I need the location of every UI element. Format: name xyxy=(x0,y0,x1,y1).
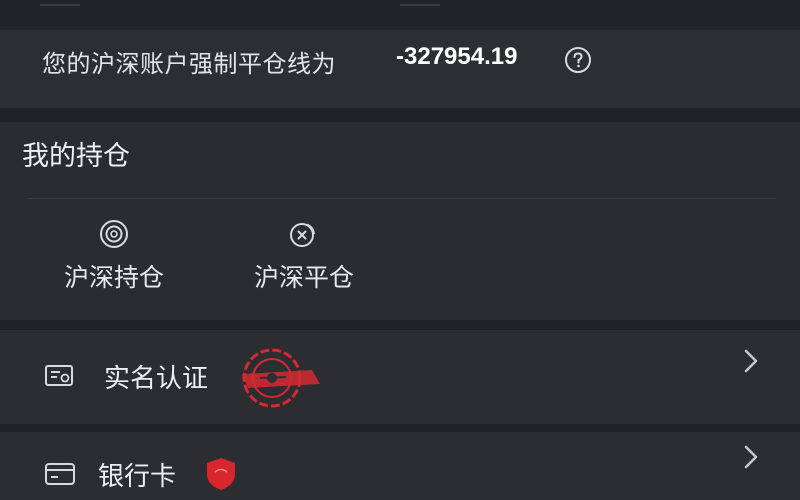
row-separator xyxy=(0,424,800,432)
real-name-verification-label: 实名认证 xyxy=(104,364,209,394)
bank-card-row[interactable]: 银行卡 xyxy=(0,432,800,500)
coin-stack-icon xyxy=(290,223,315,247)
holdings-button[interactable]: 沪深持仓 xyxy=(44,218,184,308)
top-strip xyxy=(0,0,800,30)
liquidation-value: -327954.19 xyxy=(396,43,518,70)
bank-card-icon xyxy=(45,463,75,485)
question-circle-icon[interactable] xyxy=(564,46,592,74)
chevron-right-icon xyxy=(744,349,758,373)
clipped-text-remnant xyxy=(400,0,440,6)
stamp-seal-icon xyxy=(242,348,320,408)
real-name-verification-row[interactable]: 实名认证 xyxy=(0,330,800,424)
chevron-right-icon xyxy=(744,445,758,469)
section-gap xyxy=(0,320,800,330)
close-position-button[interactable]: 沪深平仓 xyxy=(234,218,374,308)
bank-card-label: 银行卡 xyxy=(98,462,177,492)
divider xyxy=(28,198,776,199)
holdings-title: 我的持仓 xyxy=(22,141,130,172)
holdings-button-label: 沪深持仓 xyxy=(63,263,164,292)
red-shield-icon xyxy=(207,458,235,490)
close-position-button-label: 沪深平仓 xyxy=(253,263,354,292)
section-gap xyxy=(0,108,800,122)
clipped-text-remnant xyxy=(40,0,80,6)
target-circle-icon xyxy=(100,220,128,248)
id-card-icon xyxy=(45,365,73,386)
liquidation-label: 您的沪深账户强制平仓线为 xyxy=(42,50,336,78)
